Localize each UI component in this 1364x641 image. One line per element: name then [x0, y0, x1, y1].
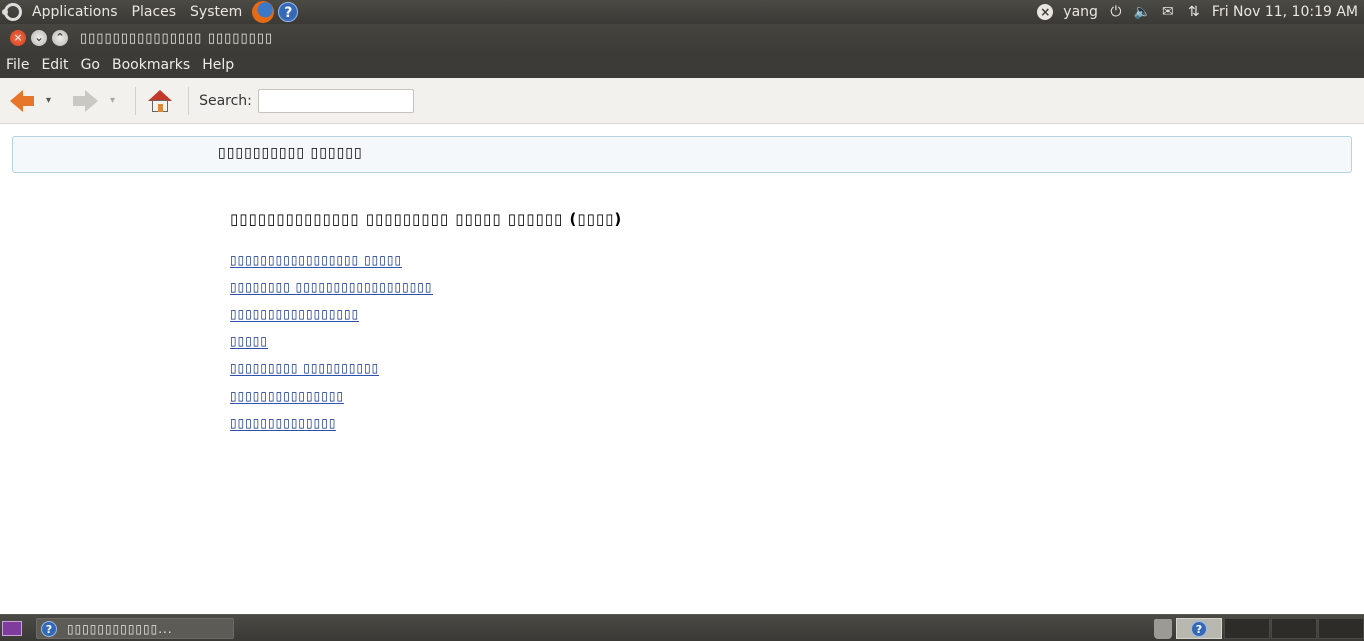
- taskbar-window-button[interactable]: ? ▯▯▯▯▯▯▯▯▯▯▯▯...: [36, 618, 234, 639]
- mail-icon[interactable]: ✉: [1160, 4, 1176, 20]
- toolbar-separator: [135, 86, 137, 115]
- topic-link[interactable]: ▯▯▯▯▯▯▯▯▯ ▯▯▯▯▯▯▯▯▯▯: [230, 361, 380, 376]
- workspace-1[interactable]: ?: [1176, 618, 1222, 639]
- user-name[interactable]: yang: [1063, 4, 1098, 20]
- minimize-window-button[interactable]: ⌄: [31, 30, 47, 46]
- menu-go[interactable]: Go: [81, 57, 100, 73]
- workspace-4[interactable]: [1318, 618, 1364, 639]
- topic-link[interactable]: ▯▯▯▯▯▯▯▯▯▯▯▯▯▯▯▯▯ ▯▯▯▯▯: [230, 253, 403, 268]
- search-label: Search:: [199, 92, 252, 109]
- help-icon: ?: [41, 620, 57, 637]
- network-icon[interactable]: ⇅: [1186, 4, 1202, 20]
- forward-button[interactable]: [61, 89, 99, 112]
- topic-link[interactable]: ▯▯▯▯▯: [230, 334, 269, 349]
- trash-icon[interactable]: [1154, 619, 1172, 639]
- back-history-dropdown[interactable]: ▾: [46, 95, 51, 106]
- close-window-button[interactable]: ×: [10, 30, 26, 46]
- system-menu[interactable]: System: [190, 4, 242, 20]
- workspace-2[interactable]: [1224, 618, 1270, 639]
- topic-link[interactable]: ▯▯▯▯▯▯▯▯▯▯▯▯▯▯▯▯▯: [230, 307, 360, 322]
- help-header-bar: ▯▯▯▯▯▯▯▯▯▯ ▯▯▯▯▯▯: [12, 136, 1352, 173]
- help-content: ▯▯▯▯▯▯▯▯▯▯ ▯▯▯▯▯▯ ▯▯▯▯▯▯▯▯▯▯▯▯▯▯ ▯▯▯▯▯▯▯…: [0, 124, 1364, 614]
- toolbar-separator: [188, 86, 190, 115]
- maximize-window-button[interactable]: ⌃: [52, 30, 68, 46]
- taskbar-window-label: ▯▯▯▯▯▯▯▯▯▯▯▯...: [67, 621, 173, 636]
- applications-menu[interactable]: Applications: [32, 4, 118, 20]
- volume-icon[interactable]: 🔈: [1134, 4, 1151, 20]
- bottom-panel: ? ▯▯▯▯▯▯▯▯▯▯▯▯... ?: [0, 614, 1364, 641]
- clock[interactable]: Fri Nov 11, 10:19 AM: [1212, 4, 1358, 20]
- home-icon[interactable]: [148, 89, 173, 112]
- back-arrow-tail: [22, 95, 34, 106]
- header-title: ▯▯▯▯▯▯▯▯▯▯ ▯▯▯▯▯▯: [218, 145, 363, 161]
- menu-file[interactable]: File: [6, 57, 29, 73]
- forward-arrow-tail: [73, 95, 86, 106]
- top-panel: Applications Places System ? × yang ⏻ 🔈 …: [0, 0, 1364, 24]
- forward-arrow-icon: [85, 89, 99, 112]
- back-button[interactable]: [0, 89, 34, 112]
- workspace-3[interactable]: [1271, 618, 1317, 639]
- firefox-icon[interactable]: [252, 1, 275, 23]
- help-icon[interactable]: ?: [278, 2, 299, 22]
- user-status-icon[interactable]: ×: [1037, 4, 1054, 20]
- places-menu[interactable]: Places: [132, 4, 177, 20]
- toolbar: ▾ ▾ Search:: [0, 78, 1364, 124]
- show-desktop-icon[interactable]: [2, 621, 22, 636]
- topic-link[interactable]: ▯▯▯▯▯▯▯▯▯▯▯▯▯▯: [230, 416, 337, 431]
- menu-edit[interactable]: Edit: [41, 57, 68, 73]
- power-icon[interactable]: ⏻: [1108, 4, 1124, 20]
- window-title: ▯▯▯▯▯▯▯▯▯▯▯▯▯▯▯ ▯▯▯▯▯▯▯▯: [80, 30, 274, 46]
- menu-help[interactable]: Help: [202, 57, 234, 73]
- help-icon: ?: [1191, 621, 1207, 637]
- topic-link[interactable]: ▯▯▯▯▯▯▯▯▯▯▯▯▯▯▯: [230, 389, 345, 404]
- menu-bookmarks[interactable]: Bookmarks: [112, 57, 190, 73]
- page-title: ▯▯▯▯▯▯▯▯▯▯▯▯▯▯ ▯▯▯▯▯▯▯▯▯ ▯▯▯▯▯ ▯▯▯▯▯▯ (▯…: [230, 210, 623, 228]
- menubar: File Edit Go Bookmarks Help: [0, 52, 1364, 78]
- ubuntu-logo-icon[interactable]: [2, 3, 22, 21]
- back-arrow-icon: [10, 89, 23, 112]
- topic-link[interactable]: ▯▯▯▯▯▯▯▯ ▯▯▯▯▯▯▯▯▯▯▯▯▯▯▯▯▯▯: [230, 280, 433, 295]
- search-input[interactable]: [257, 88, 414, 113]
- forward-history-dropdown[interactable]: ▾: [110, 95, 115, 106]
- window-titlebar[interactable]: × ⌄ ⌃ ▯▯▯▯▯▯▯▯▯▯▯▯▯▯▯ ▯▯▯▯▯▯▯▯: [0, 24, 1364, 52]
